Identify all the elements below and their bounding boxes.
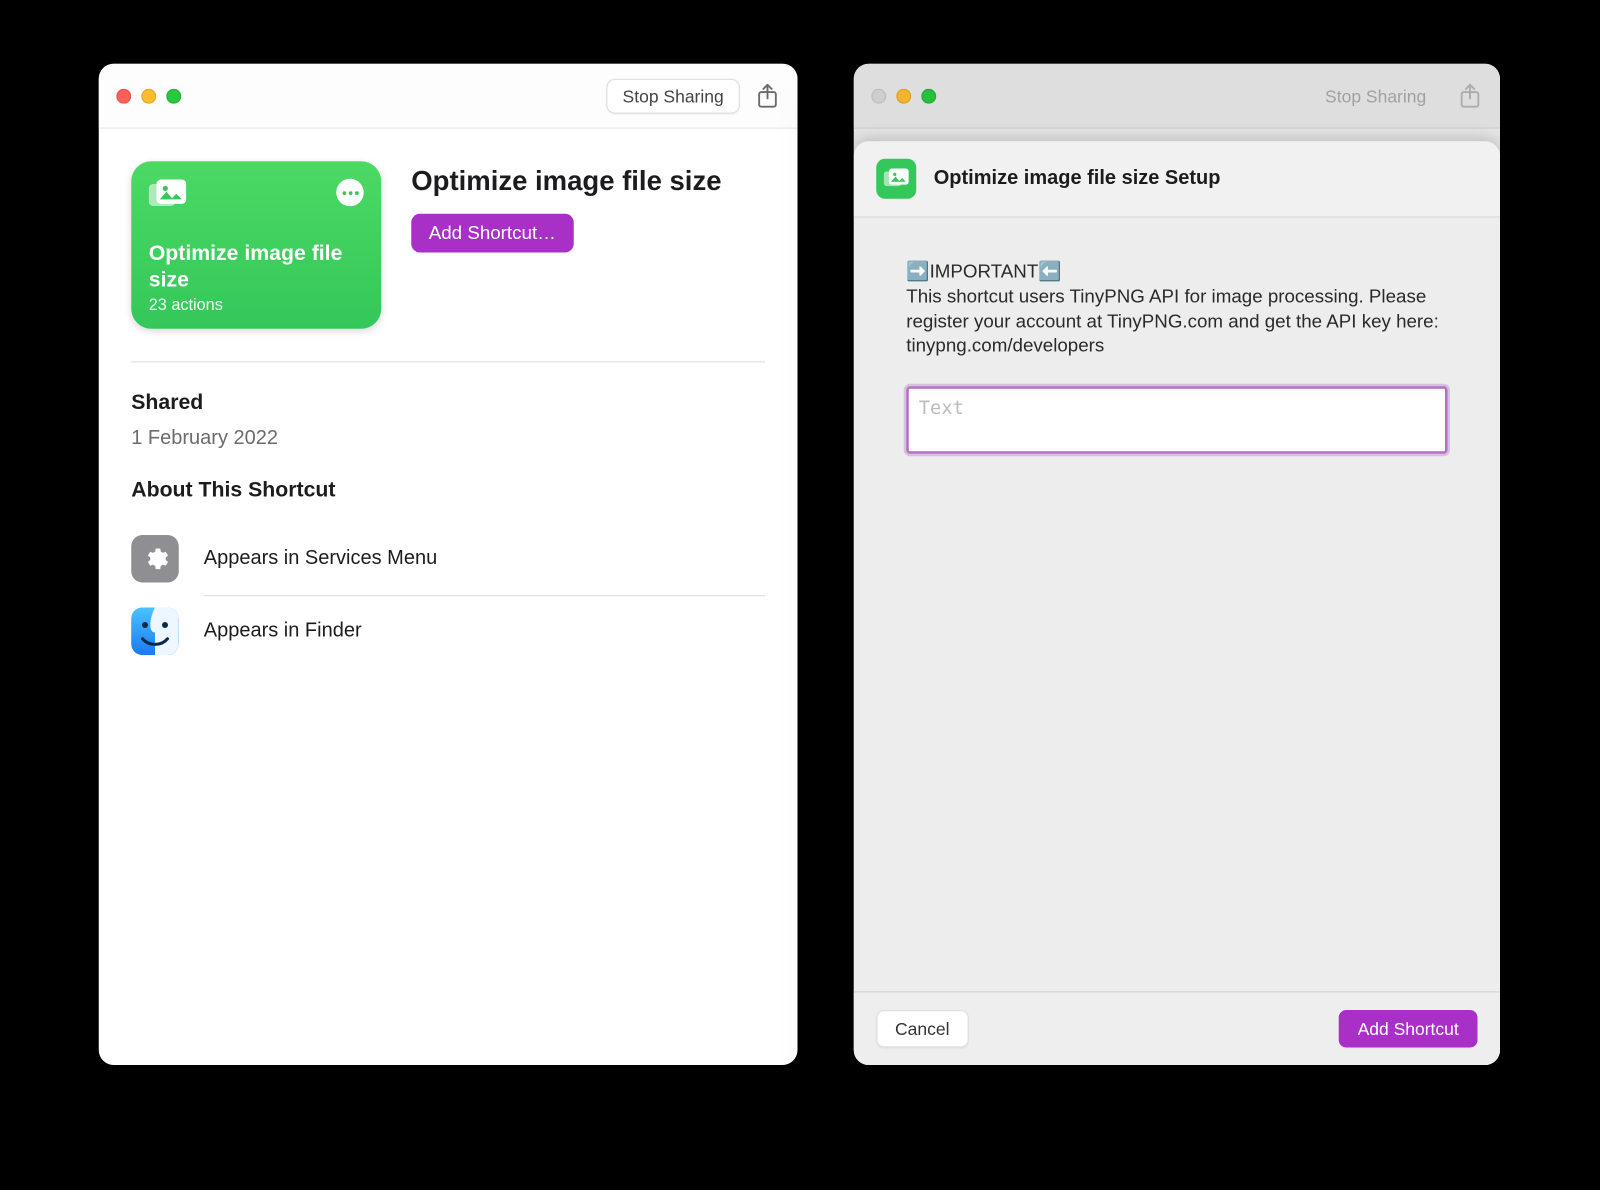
titlebar: Stop Sharing: [99, 64, 798, 129]
photos-icon: [876, 159, 916, 199]
shortcut-details-window: Stop Sharing: [99, 64, 798, 1065]
sheet-header: Optimize image file size Setup: [854, 141, 1500, 217]
close-window-button[interactable]: [116, 88, 131, 103]
traffic-lights: [116, 88, 181, 103]
sheet-title: Optimize image file size Setup: [934, 168, 1221, 191]
photos-icon: [149, 179, 187, 212]
page-title: Optimize image file size: [411, 164, 765, 198]
about-row-finder: Appears in Finder: [131, 595, 765, 668]
minimize-window-button[interactable]: [141, 88, 156, 103]
add-shortcut-button[interactable]: Add Shortcut: [1339, 1010, 1478, 1048]
shared-date: 1 February 2022: [131, 428, 765, 451]
add-shortcut-button[interactable]: Add Shortcut…: [411, 213, 573, 252]
finder-icon: [131, 608, 179, 656]
about-row-services: Appears in Services Menu: [131, 523, 765, 596]
cancel-button[interactable]: Cancel: [876, 1010, 968, 1048]
about-label: Appears in Services Menu: [204, 548, 437, 571]
shared-heading: Shared: [131, 390, 765, 415]
api-key-input[interactable]: [906, 386, 1447, 454]
gear-icon: [131, 535, 179, 583]
share-icon[interactable]: [755, 82, 780, 110]
shortcut-card[interactable]: Optimize image file size 23 actions: [131, 161, 381, 329]
about-heading: About This Shortcut: [131, 478, 765, 503]
setup-message: ➡️IMPORTANT⬅️ This shortcut users TinyPN…: [906, 260, 1447, 359]
setup-sheet: Optimize image file size Setup ➡️IMPORTA…: [854, 141, 1500, 1065]
card-subtitle: 23 actions: [149, 295, 364, 314]
more-icon[interactable]: [336, 179, 364, 207]
about-label: Appears in Finder: [204, 620, 362, 643]
card-title: Optimize image file size: [149, 242, 364, 293]
shortcut-setup-window: Stop Sharing: [854, 64, 1500, 1065]
zoom-window-button[interactable]: [166, 88, 181, 103]
stop-sharing-button[interactable]: Stop Sharing: [606, 78, 740, 113]
